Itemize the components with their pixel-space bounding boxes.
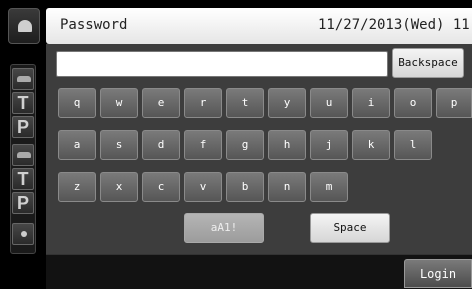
- key-p[interactable]: p: [436, 88, 472, 118]
- letter-p-icon[interactable]: P: [12, 116, 34, 138]
- car-icon[interactable]: [12, 68, 34, 90]
- key-z[interactable]: z: [58, 172, 96, 202]
- dot-icon[interactable]: [12, 223, 34, 245]
- key-c[interactable]: c: [142, 172, 180, 202]
- backspace-key[interactable]: Backspace: [392, 48, 464, 78]
- key-q[interactable]: q: [58, 88, 96, 118]
- page-title: Password: [60, 17, 128, 33]
- letter-t-icon[interactable]: T: [12, 168, 34, 190]
- key-j[interactable]: j: [310, 130, 348, 160]
- key-t[interactable]: t: [226, 88, 264, 118]
- key-f[interactable]: f: [184, 130, 222, 160]
- key-v[interactable]: v: [184, 172, 222, 202]
- space-key[interactable]: Space: [310, 213, 390, 243]
- key-i[interactable]: i: [352, 88, 390, 118]
- lock-dome-button[interactable]: [8, 8, 40, 44]
- rail-icon-column: T P T P: [10, 64, 36, 254]
- password-input[interactable]: [56, 51, 388, 77]
- key-u[interactable]: u: [310, 88, 348, 118]
- key-o[interactable]: o: [394, 88, 432, 118]
- key-e[interactable]: e: [142, 88, 180, 118]
- car-icon[interactable]: [12, 144, 34, 166]
- key-x[interactable]: x: [100, 172, 138, 202]
- key-w[interactable]: w: [100, 88, 138, 118]
- key-k[interactable]: k: [352, 130, 390, 160]
- mode-toggle-key[interactable]: aA1!: [184, 213, 264, 243]
- key-a[interactable]: a: [58, 130, 96, 160]
- lock-dome-icon: [18, 20, 32, 32]
- letter-p-icon[interactable]: P: [12, 192, 34, 214]
- key-g[interactable]: g: [226, 130, 264, 160]
- login-button[interactable]: Login: [404, 259, 472, 288]
- key-h[interactable]: h: [268, 130, 306, 160]
- left-rail: T P T P: [0, 0, 40, 288]
- header-bar: Password 11/27/2013(Wed) 11:34: [46, 8, 472, 44]
- key-s[interactable]: s: [100, 130, 138, 160]
- datetime-display: 11/27/2013(Wed) 11:34: [318, 17, 472, 33]
- letter-t-icon[interactable]: T: [12, 92, 34, 114]
- key-b[interactable]: b: [226, 172, 264, 202]
- key-l[interactable]: l: [394, 130, 432, 160]
- key-n[interactable]: n: [268, 172, 306, 202]
- key-m[interactable]: m: [310, 172, 348, 202]
- key-y[interactable]: y: [268, 88, 306, 118]
- key-r[interactable]: r: [184, 88, 222, 118]
- key-d[interactable]: d: [142, 130, 180, 160]
